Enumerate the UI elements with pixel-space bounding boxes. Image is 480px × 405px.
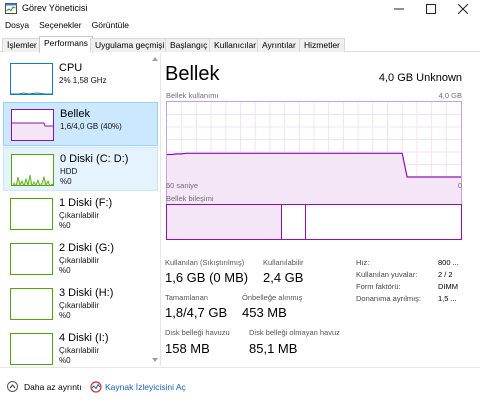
sidebar-item-label: 1 Diski (F:) xyxy=(59,197,113,209)
tab-bar: İşlemler Performans Uygulama geçmişi Baş… xyxy=(0,36,480,53)
chevron-up-icon[interactable] xyxy=(7,381,18,392)
available-label: Kullanılabilir xyxy=(263,258,304,267)
paged-pool-label: Disk belleği havuzu xyxy=(165,328,230,337)
sidebar-item-label: 4 Diski (I:) xyxy=(59,332,109,344)
sidebar-item-detail: %0 xyxy=(59,311,71,320)
usage-graph-label: Bellek kullanımı xyxy=(166,91,219,100)
speed-label: Hız: xyxy=(356,258,370,267)
sidebar-scrollbar[interactable] xyxy=(151,53,159,366)
composition-modified xyxy=(282,205,306,239)
hardware-reserved-label: Donanıma ayrılmış: xyxy=(356,294,422,303)
minimize-icon xyxy=(394,8,404,10)
footer: Daha az ayrıntı Kaynak İzleyicisini Aç xyxy=(0,367,480,405)
sidebar-item-detail: Çıkarılabilir xyxy=(59,346,100,355)
sidebar-item-memory[interactable]: Bellek 1,6/4,0 GB (40%) xyxy=(3,102,158,146)
hardware-reserved-value: 1,5 ... xyxy=(438,294,457,303)
available-value: 2,4 GB xyxy=(263,270,304,285)
sidebar-item-detail: %0 xyxy=(59,356,71,365)
in-use-label: Kullanılan (Sıkıştırılmış) xyxy=(165,258,245,267)
tab-processes[interactable]: İşlemler xyxy=(2,38,42,52)
disk-thumbnail-graph xyxy=(10,333,53,365)
tab-performance[interactable]: Performans xyxy=(39,36,93,53)
sidebar-item-detail: %0 xyxy=(59,266,71,275)
composition-in-use xyxy=(167,205,282,239)
sidebar-item-cpu[interactable]: CPU 2% 1,58 GHz xyxy=(3,57,158,101)
sidebar-item-label: 2 Diski (G:) xyxy=(59,242,114,254)
memory-spec: 4,0 GB Unknown xyxy=(378,72,462,84)
sidebar-item-detail: HDD xyxy=(60,167,78,176)
time-axis-label: 60 saniye xyxy=(166,181,199,190)
sidebar-item-label: 0 Diski (C: D:) xyxy=(60,153,129,165)
sidebar-item-label: CPU xyxy=(59,62,83,74)
resource-sidebar: CPU 2% 1,58 GHz Bellek 1,6/4,0 GB (40%) … xyxy=(0,53,161,366)
menu-bar: Dosya Seçenekler Görüntüle xyxy=(0,18,480,34)
sidebar-item-disk-0[interactable]: 0 Diski (C: D:) HDD %0 xyxy=(3,147,158,191)
time-axis-zero: 0 xyxy=(457,181,462,190)
disk-thumbnail-graph xyxy=(11,154,54,186)
menu-view[interactable]: Görüntüle xyxy=(87,18,134,34)
slots-label: Kullanılan yuvalar: xyxy=(356,270,418,279)
sidebar-item-disk-4[interactable]: 4 Diski (I:) Çıkarılabilir %0 xyxy=(3,327,158,366)
cpu-thumbnail-graph xyxy=(10,63,53,95)
title-bar: Görev Yöneticisi xyxy=(0,0,480,18)
sidebar-item-disk-1[interactable]: 1 Diski (F:) Çıkarılabilir %0 xyxy=(3,192,158,236)
maximize-icon xyxy=(426,4,436,14)
memory-composition-bar xyxy=(166,204,462,240)
sidebar-item-disk-3[interactable]: 3 Diski (H:) Çıkarılabilir %0 xyxy=(3,282,158,326)
tab-details[interactable]: Ayrıntılar xyxy=(257,38,301,52)
paged-pool-value: 158 MB xyxy=(165,341,210,356)
close-icon xyxy=(458,4,468,14)
sidebar-item-detail: %0 xyxy=(59,221,71,230)
menu-file[interactable]: Dosya xyxy=(0,18,34,34)
menu-options[interactable]: Seçenekler xyxy=(34,18,87,34)
sidebar-item-label: Bellek xyxy=(60,108,90,120)
close-button[interactable] xyxy=(447,0,479,18)
maximize-button[interactable] xyxy=(415,0,447,18)
sidebar-item-detail: Çıkarılabilir xyxy=(59,256,100,265)
fewer-details-button[interactable]: Daha az ayrıntı xyxy=(24,382,82,392)
tab-users[interactable]: Kullanıcılar xyxy=(209,38,262,52)
form-factor-value: DIMM xyxy=(438,282,458,291)
tab-services[interactable]: Hizmetler xyxy=(299,38,345,52)
disk-thumbnail-graph xyxy=(10,198,53,230)
sidebar-item-label: 3 Diski (H:) xyxy=(59,287,114,299)
composition-label: Bellek bileşimi xyxy=(166,194,214,203)
nonpaged-pool-value: 85,1 MB xyxy=(249,341,298,356)
speed-value: 800 ... xyxy=(438,258,459,267)
form-factor-label: Form faktörü: xyxy=(356,282,401,291)
sidebar-item-disk-2[interactable]: 2 Diski (G:) Çıkarılabilir %0 xyxy=(3,237,158,281)
scroll-down-icon[interactable] xyxy=(151,356,159,364)
sidebar-item-detail: Çıkarılabilir xyxy=(59,211,100,220)
in-use-value: 1,6 GB (0 MB) xyxy=(165,270,249,285)
committed-value: 1,8/4,7 GB xyxy=(165,305,228,320)
sidebar-item-detail: Çıkarılabilir xyxy=(59,301,100,310)
disk-thumbnail-graph xyxy=(10,243,53,275)
committed-label: Tamamlanan xyxy=(165,293,208,302)
memory-thumbnail-graph xyxy=(11,109,54,141)
sidebar-item-detail: 2% 1,58 GHz xyxy=(59,76,107,85)
disk-thumbnail-graph xyxy=(10,288,53,320)
sidebar-item-detail: 1,6/4,0 GB (40%) xyxy=(60,122,122,131)
tab-app-history[interactable]: Uygulama geçmişi xyxy=(90,38,170,52)
page-title: Bellek xyxy=(165,63,220,85)
memory-panel: Bellek 4,0 GB Unknown Bellek kullanımı 4… xyxy=(162,53,480,366)
sidebar-item-detail: %0 xyxy=(60,177,72,186)
window-title: Görev Yöneticisi xyxy=(22,3,88,13)
nonpaged-pool-label: Disk belleği olmayan havuz xyxy=(249,328,340,337)
minimize-button[interactable] xyxy=(383,0,415,18)
tab-startup[interactable]: Başlangıç xyxy=(165,38,213,52)
cached-value: 453 MB xyxy=(242,305,287,320)
open-resource-monitor-link[interactable]: Kaynak İzleyicisini Aç xyxy=(105,382,186,392)
usage-graph-max: 4,0 GB xyxy=(438,91,462,100)
task-manager-icon xyxy=(5,3,17,14)
scroll-up-icon[interactable] xyxy=(151,55,159,63)
resource-monitor-icon xyxy=(90,381,102,393)
cached-label: Önbelleğe alınmış xyxy=(242,293,303,302)
slots-value: 2 / 2 xyxy=(438,270,453,279)
